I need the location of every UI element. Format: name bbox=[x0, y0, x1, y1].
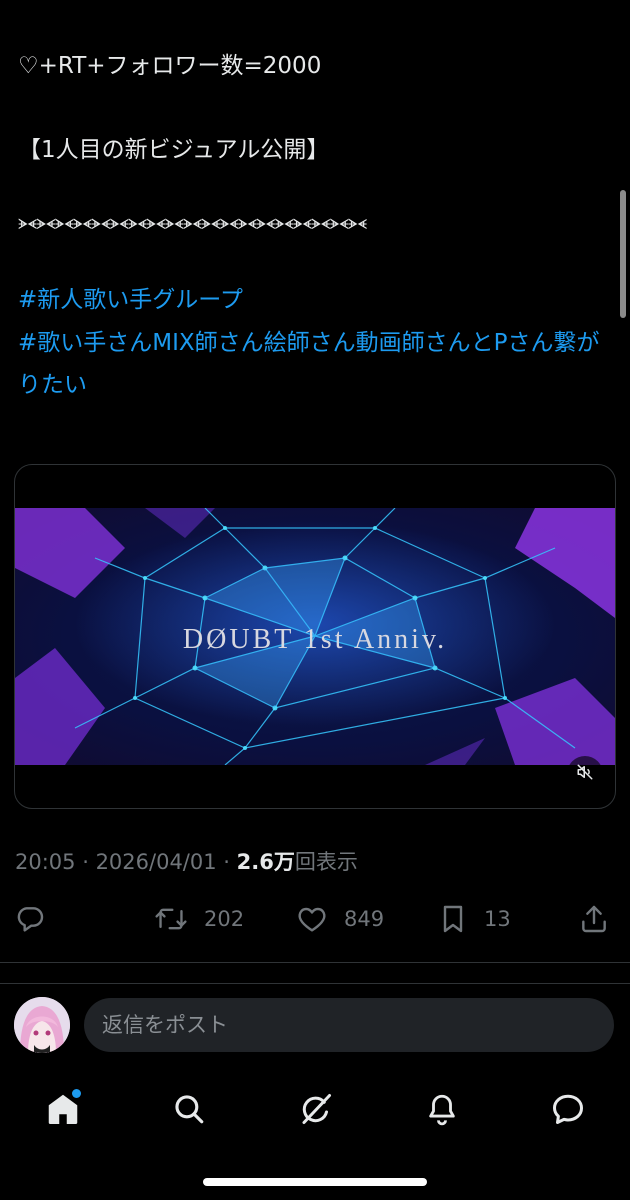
share-icon bbox=[578, 903, 610, 935]
tweet-line-2: 【1人目の新ビジュアル公開】 bbox=[18, 137, 330, 163]
reply-composer bbox=[0, 995, 630, 1055]
tweet-metadata: 20:05 · 2026/04/01 · 2.6万回表示 bbox=[15, 846, 358, 876]
tweet-line-1: ♡+RT+フォロワー数=2000 bbox=[18, 53, 322, 79]
media-card[interactable]: DØUBT 1st Anniv. bbox=[14, 464, 616, 809]
view-count-label[interactable]: 回表示 bbox=[295, 850, 358, 874]
like-button[interactable]: 849 bbox=[296, 895, 384, 943]
view-count-unit[interactable]: 万 bbox=[274, 850, 295, 874]
bookmark-icon bbox=[438, 903, 468, 935]
meta-separator: · bbox=[75, 850, 96, 874]
divider bbox=[0, 983, 630, 984]
reply-icon bbox=[14, 903, 46, 935]
bell-icon bbox=[425, 1092, 459, 1126]
nav-messages[interactable] bbox=[544, 1085, 592, 1133]
like-count: 849 bbox=[344, 907, 385, 931]
mute-button[interactable] bbox=[567, 756, 603, 792]
share-button[interactable] bbox=[578, 895, 610, 943]
reply-input[interactable] bbox=[84, 998, 614, 1052]
heart-icon bbox=[296, 903, 328, 935]
messages-icon bbox=[550, 1091, 586, 1127]
hashtag-link-1[interactable]: #新人歌い手グループ bbox=[18, 278, 608, 322]
divider bbox=[0, 962, 630, 963]
nav-search[interactable] bbox=[165, 1085, 213, 1133]
bookmark-button[interactable]: 13 bbox=[438, 895, 511, 943]
home-indicator[interactable] bbox=[203, 1178, 427, 1186]
reply-button[interactable] bbox=[14, 895, 46, 943]
bottom-nav bbox=[0, 1075, 630, 1139]
nav-home[interactable] bbox=[39, 1085, 87, 1133]
notification-dot bbox=[72, 1089, 81, 1098]
video-title-text: DØUBT 1st Anniv. bbox=[183, 624, 447, 655]
tweet-time: 20:05 bbox=[15, 850, 76, 874]
retweet-icon bbox=[154, 903, 188, 935]
tweet-divider: ᗘᗛᗘᗛᗘᗛᗘᗛᗘᗛᗘᗛᗘᗛᗘᗛᗘᗛᗘᗛᗘᗛᗘᗛᗘᗛᗘᗛᗘᗛᗘᗛᗘᗛᗘᗛᗘᗛ bbox=[18, 217, 367, 233]
nav-notifications[interactable] bbox=[418, 1085, 466, 1133]
bookmark-count: 13 bbox=[484, 907, 511, 931]
grok-icon bbox=[298, 1091, 334, 1127]
meta-separator: · bbox=[216, 850, 237, 874]
tweet-date: 2026/04/01 bbox=[95, 850, 217, 874]
retweet-button[interactable]: 202 bbox=[154, 895, 244, 943]
tweet-text: ♡+RT+フォロワー数=2000 【1人目の新ビジュアル公開】 ᗘᗛᗘᗛᗘᗛᗘᗛ… bbox=[18, 44, 608, 406]
video-player[interactable]: DØUBT 1st Anniv. bbox=[15, 508, 615, 765]
video-frame: DØUBT 1st Anniv. bbox=[15, 508, 615, 765]
hashtag-link-2[interactable]: #歌い手さんMIX師さん絵師さん動画師さんとPさん繋がりたい bbox=[18, 322, 608, 406]
search-icon bbox=[172, 1092, 206, 1126]
nav-grok[interactable] bbox=[292, 1085, 340, 1133]
avatar[interactable] bbox=[14, 997, 70, 1053]
scrollbar[interactable] bbox=[620, 190, 626, 318]
muted-speaker-icon bbox=[576, 763, 594, 785]
retweet-count: 202 bbox=[204, 907, 245, 931]
tweet-actions: 202 849 13 bbox=[0, 895, 630, 943]
view-count[interactable]: 2.6 bbox=[237, 850, 274, 874]
